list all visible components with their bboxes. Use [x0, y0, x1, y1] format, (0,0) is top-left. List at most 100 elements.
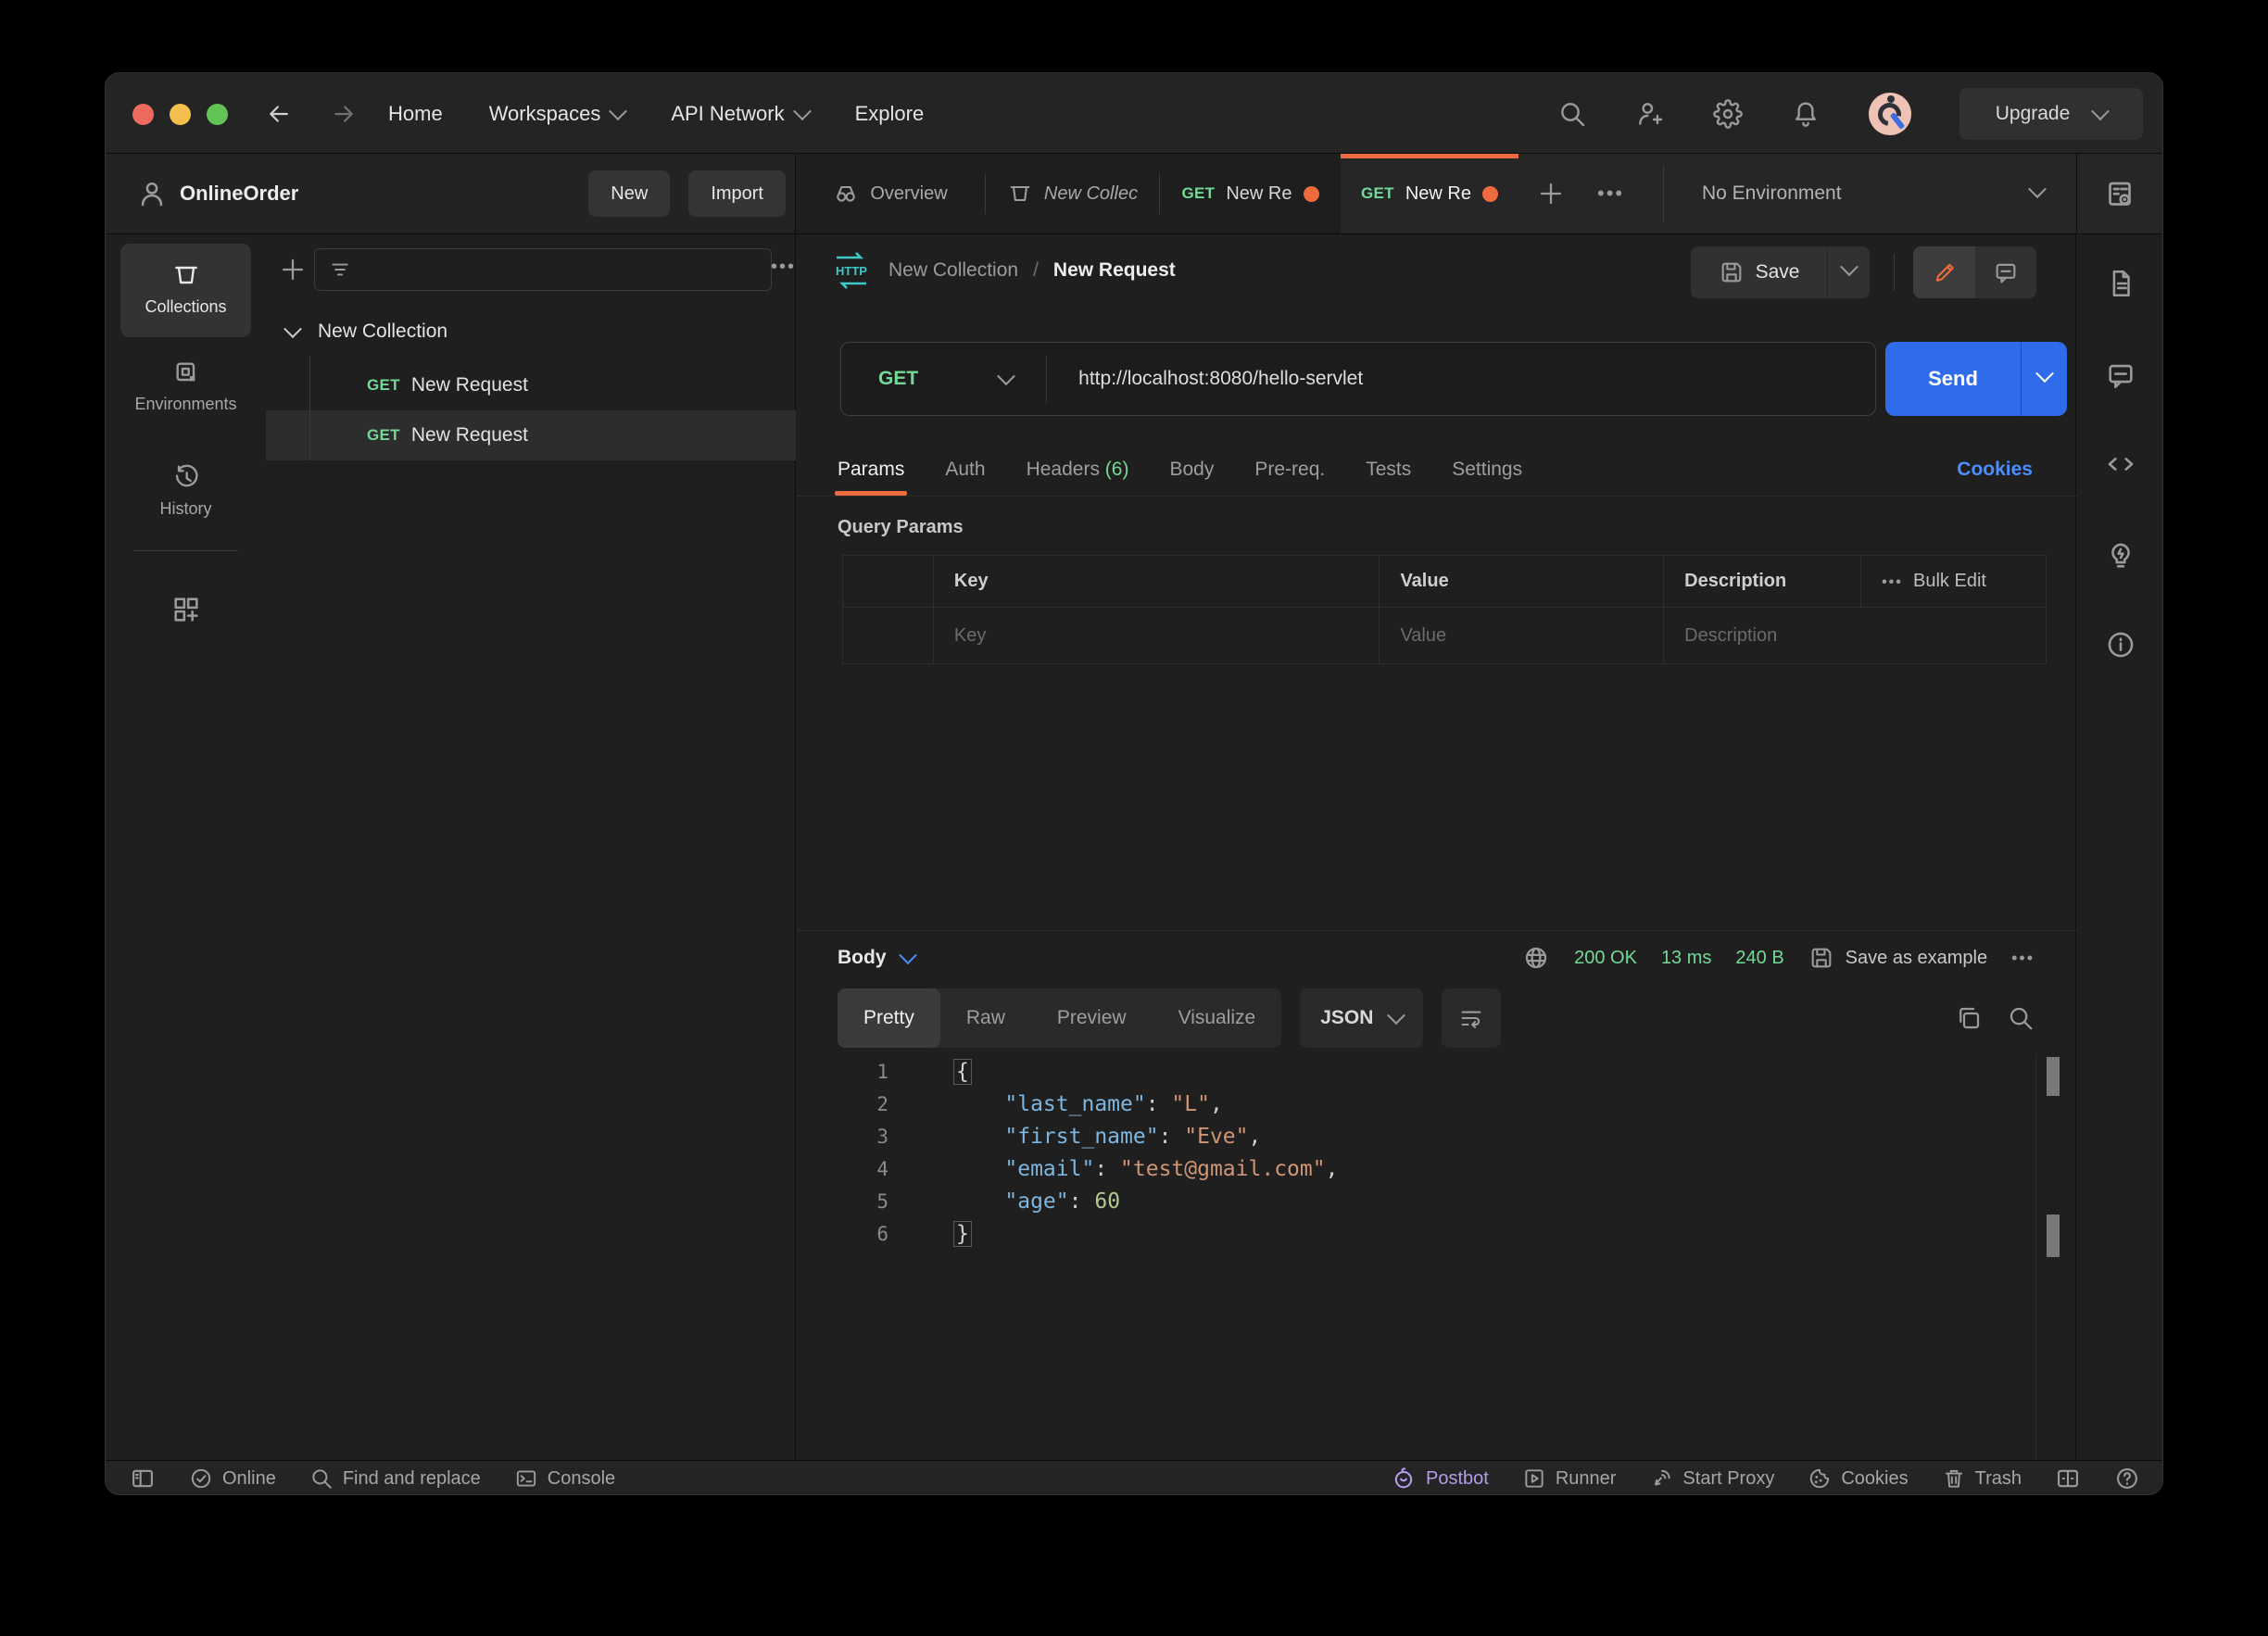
import-button[interactable]: Import [688, 170, 786, 217]
tree-more-options-icon[interactable]: ••• [771, 257, 796, 278]
main-nav: Home Workspaces API Network Explore [388, 73, 924, 154]
edit-button[interactable] [1913, 246, 1975, 298]
response-more-options-icon[interactable]: ••• [2011, 949, 2035, 968]
maximize-window-button[interactable] [207, 104, 228, 125]
settings-gear-icon[interactable] [1713, 98, 1743, 129]
view-raw[interactable]: Raw [940, 988, 1031, 1048]
online-status[interactable]: Online [189, 1466, 276, 1491]
tree-search-input[interactable] [314, 248, 772, 291]
code-snippet-icon[interactable] [2105, 448, 2136, 480]
response-size[interactable]: 240 B [1735, 948, 1783, 969]
two-pane-icon[interactable] [2055, 1466, 2081, 1491]
find-and-replace[interactable]: Find and replace [309, 1466, 481, 1491]
comments-icon[interactable] [2105, 359, 2136, 391]
cookies-button[interactable]: Cookies [1808, 1466, 1909, 1491]
notifications-bell-icon[interactable] [1791, 99, 1821, 129]
help-icon[interactable] [2114, 1466, 2140, 1491]
wrap-lines-button[interactable] [1442, 988, 1502, 1048]
breadcrumb-request[interactable]: New Request [1053, 259, 1176, 282]
tab-params[interactable]: Params [834, 459, 908, 496]
environment-quick-look-icon[interactable] [2103, 178, 2136, 211]
save-as-example-button[interactable]: Save as example [1808, 945, 1987, 971]
chevron-down-icon [609, 101, 628, 120]
invite-user-icon[interactable] [1635, 99, 1665, 129]
postbot-button[interactable]: Postbot [1391, 1466, 1489, 1491]
scroll-marker[interactable] [2047, 1214, 2060, 1257]
tab-settings[interactable]: Settings [1452, 459, 1522, 481]
new-button[interactable]: New [588, 170, 671, 217]
toggle-sidebar-icon[interactable] [130, 1466, 156, 1491]
code-token: "age" [1004, 1189, 1069, 1214]
nav-workspaces[interactable]: Workspaces [489, 101, 628, 126]
tab-overview[interactable]: Overview [796, 154, 985, 233]
send-button[interactable]: Send [1885, 342, 2067, 416]
send-options-button[interactable] [2021, 342, 2067, 416]
tab-request-1[interactable]: GET New Re [1160, 154, 1341, 233]
table-row[interactable]: Key Value Description [842, 607, 2047, 664]
trash-button[interactable]: Trash [1942, 1466, 2022, 1491]
save-floppy-icon [1811, 948, 1832, 968]
upgrade-button[interactable]: Upgrade [1959, 87, 2143, 140]
runner-button[interactable]: Runner [1522, 1466, 1616, 1491]
nav-api-network[interactable]: API Network [671, 102, 812, 126]
sidebar-item-history[interactable]: History [106, 462, 266, 519]
new-tab-plus-icon[interactable] [1537, 180, 1565, 208]
description-input[interactable]: Description [1663, 607, 2047, 664]
environment-selector[interactable]: No Environment [1702, 154, 1842, 233]
view-pretty[interactable]: Pretty [838, 988, 940, 1048]
tab-auth[interactable]: Auth [945, 459, 985, 481]
tree-request-row-1[interactable]: GET New Request [266, 360, 796, 410]
comments-button[interactable] [1975, 246, 2036, 298]
bulk-edit-cell[interactable]: ••• Bulk Edit [1860, 555, 2047, 608]
save-button[interactable]: Save [1691, 246, 1827, 298]
response-body-editor[interactable]: 1{2 "last_name": "L", 3 "first_name": "Ev… [796, 1055, 2076, 1460]
tree-collection-row[interactable]: New Collection [266, 307, 796, 357]
tab-prereq[interactable]: Pre-req. [1254, 459, 1325, 481]
environment-chevron-icon[interactable] [2028, 180, 2047, 199]
save-options-button[interactable] [1827, 246, 1870, 298]
response-body-dropdown[interactable]: Body [838, 947, 887, 969]
forward-icon[interactable] [330, 100, 358, 128]
method-chevron-icon[interactable] [997, 367, 1016, 386]
url-input[interactable]: http://localhost:8080/hello-servlet [1078, 368, 1363, 390]
value-input[interactable]: Value [1379, 607, 1665, 664]
response-time[interactable]: 13 ms [1661, 948, 1711, 969]
configure-modules-icon[interactable] [170, 594, 202, 625]
tab-options-icon[interactable]: ••• [1597, 182, 1624, 206]
collapse-chevron-icon[interactable] [284, 320, 302, 339]
key-input[interactable]: Key [932, 607, 1380, 664]
copy-icon[interactable] [1955, 1004, 1983, 1032]
scroll-marker[interactable] [2047, 1057, 2060, 1096]
nav-explore[interactable]: Explore [855, 102, 925, 126]
breadcrumb-collection[interactable]: New Collection [888, 259, 1018, 282]
network-globe-icon[interactable] [1522, 944, 1550, 972]
method-select[interactable]: GET [878, 368, 918, 390]
workspace-name[interactable]: OnlineOrder [180, 154, 298, 233]
tab-collection[interactable]: New Collec [986, 154, 1159, 233]
close-window-button[interactable] [132, 104, 154, 125]
minimize-window-button[interactable] [170, 104, 191, 125]
tree-request-row-2-selected[interactable]: GET New Request [266, 410, 796, 460]
search-icon[interactable] [1557, 99, 1587, 129]
search-response-icon[interactable] [2007, 1004, 2035, 1032]
view-preview[interactable]: Preview [1031, 988, 1153, 1048]
nav-home[interactable]: Home [388, 102, 443, 126]
tab-request-2-active[interactable]: GET New Re [1341, 154, 1518, 233]
sidebar-item-environments[interactable]: Environments [106, 358, 266, 414]
info-icon[interactable] [2105, 629, 2136, 661]
tab-tests[interactable]: Tests [1366, 459, 1411, 481]
documentation-icon[interactable] [2105, 268, 2136, 299]
start-proxy-button[interactable]: Start Proxy [1649, 1466, 1774, 1491]
back-icon[interactable] [265, 100, 293, 128]
response-status[interactable]: 200 OK [1574, 948, 1637, 969]
view-visualize[interactable]: Visualize [1153, 988, 1282, 1048]
console-button[interactable]: Console [514, 1466, 615, 1491]
insights-bulb-icon[interactable] [2105, 540, 2136, 572]
sidebar-item-collections[interactable]: Collections [106, 260, 266, 317]
add-collection-plus-icon[interactable] [279, 256, 307, 283]
cookies-link[interactable]: Cookies [1957, 459, 2033, 481]
avatar[interactable] [1869, 92, 1911, 135]
tab-headers[interactable]: Headers (6) [1027, 459, 1129, 481]
response-format-select[interactable]: JSON [1300, 988, 1424, 1048]
tab-body[interactable]: Body [1169, 459, 1214, 481]
